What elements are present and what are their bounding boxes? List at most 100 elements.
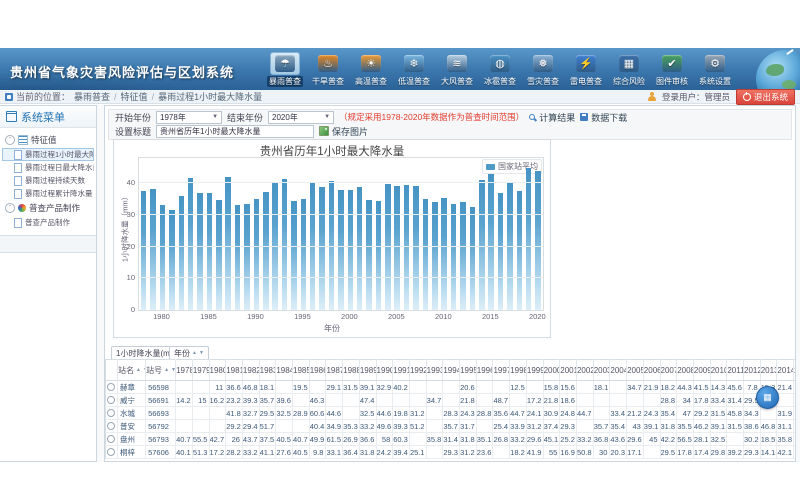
year-header-1982[interactable]: 1982 [242,360,259,381]
year-header-1993[interactable]: 1993 [426,360,443,381]
year-header-1995[interactable]: 1995 [460,360,477,381]
row-radio-button[interactable] [107,422,115,430]
table-row-56793[interactable]: 盘州5679340.755.542.72643.737.540.540.749.… [106,433,796,446]
nav-label: 图件审核 [656,76,688,87]
tree-toggle-icon[interactable]: - [5,135,15,145]
year-header-1985[interactable]: 1985 [293,360,310,381]
year-header-1980[interactable]: 1980 [209,360,226,381]
table-row-57606[interactable]: 桐梓5760640.151.317.228.233.241.127.640.59… [106,446,796,459]
breadcrumb-item[interactable]: 暴雨普查 [74,90,110,103]
nav-item-comprehensive-risk[interactable]: ▦综合风险 [610,52,648,87]
sidebar-item[interactable]: 普查产品制作 [2,216,94,229]
calculate-button[interactable]: 计算结果 [529,111,575,124]
float-chart-toggle-button[interactable]: ▦ [756,386,779,409]
year-header-1981[interactable]: 1981 [226,360,243,381]
start-year-select[interactable]: 1978年 ▼ [156,111,222,124]
sidebar-item[interactable]: 暴雨过程1小时最大降水量 [2,148,94,161]
year-header-2006[interactable]: 2006 [643,360,660,381]
value-1979: 51.3 [192,446,209,459]
value-2005: 17.1 [627,446,644,459]
end-year-select[interactable]: 2020年 ▼ [268,111,334,124]
year-header-2011[interactable]: 2011 [727,360,744,381]
year-header-2000[interactable]: 2000 [543,360,560,381]
year-header-2010[interactable]: 2010 [710,360,727,381]
year-header-2005[interactable]: 2005 [627,360,644,381]
sidebar-group-特征值[interactable]: -特征值 [2,132,94,148]
sort-desc-icon[interactable]: ▼ [171,368,176,373]
breadcrumb-item[interactable]: 特征值 [121,90,148,103]
year-header-1978[interactable]: 1978 [176,360,193,381]
download-button[interactable]: 数据下载 [580,111,627,124]
high-temp-survey-glyph: ☀ [361,55,381,72]
value-2005: 21.2 [627,407,644,420]
year-header-2014[interactable]: 2014 [777,360,794,381]
year-header-2013[interactable]: 2013 [760,360,777,381]
year-header-1994[interactable]: 1994 [443,360,460,381]
nav-item-hail-survey[interactable]: ◍冰雹普查 [481,52,519,87]
row-radio-button[interactable] [107,448,115,456]
year-header-2015[interactable]: 2015 [794,360,795,381]
table-row-56693[interactable]: 水城5669341.832.729.532.528.960.644.632.54… [106,407,796,420]
year-header-2012[interactable]: 2012 [744,360,761,381]
table-row-56691[interactable]: 威宁5669114.21516.223.239.335.739.646.347.… [106,394,796,407]
year-header-1998[interactable]: 1998 [510,360,527,381]
nav-item-drought-survey[interactable]: ♨干旱普查 [309,52,347,87]
sidebar-item[interactable]: 暴雨过程累计降水量 [2,187,94,200]
sidebar-item[interactable]: 暴雨过程日最大降水量 [2,161,94,174]
year-header-2007[interactable]: 2007 [660,360,677,381]
table-row-56598[interactable]: 赫章565981136.646.818.119.529.131.539.132.… [106,381,796,394]
year-header-2003[interactable]: 2003 [593,360,610,381]
year-header-1996[interactable]: 1996 [476,360,493,381]
chart-title-input[interactable] [156,125,314,138]
nav-item-high-temp-survey[interactable]: ☀高温普查 [352,52,390,87]
row-radio-button[interactable] [107,396,115,404]
year-header-2004[interactable]: 2004 [610,360,627,381]
station-name-header[interactable]: 站名▲▼ [118,360,146,381]
sort-asc-icon[interactable]: ▲ [136,368,141,373]
year-header-1991[interactable]: 1991 [393,360,410,381]
value-1979 [192,420,209,433]
year-header-1997[interactable]: 1997 [493,360,510,381]
station-id-header[interactable]: 站号▲▼ [146,360,176,381]
nav-item-map-review[interactable]: ✔图件审核 [653,52,691,87]
sort-asc-icon[interactable]: ▲ [192,351,197,356]
sort-desc-icon[interactable]: ▼ [199,351,204,356]
year-header-1992[interactable]: 1992 [409,360,426,381]
year-header-1990[interactable]: 1990 [376,360,393,381]
year-header-2002[interactable]: 2002 [576,360,593,381]
row-radio-button[interactable] [107,435,115,443]
nav-item-rainstorm-survey[interactable]: ☂暴雨普查 [266,52,304,87]
nav-item-low-temp-survey[interactable]: ❄低温普查 [395,52,433,87]
sidebar-item[interactable]: 暴雨过程持续天数 [2,174,94,187]
tree-toggle-icon[interactable]: - [5,203,15,213]
year-header-2009[interactable]: 2009 [693,360,710,381]
bar-1981 [169,210,175,310]
row-radio-button[interactable] [107,409,115,417]
year-chip-label: 年份 [174,348,190,359]
year-header-1999[interactable]: 1999 [526,360,543,381]
year-header-2001[interactable]: 2001 [560,360,577,381]
nav-item-system-settings[interactable]: ⚙系统设置 [696,52,734,87]
save-image-button[interactable]: 保存图片 [319,125,368,138]
table-row-56792[interactable]: 普安5679229.229.451.740.434.935.333.249.63… [106,420,796,433]
year-header-2008[interactable]: 2008 [677,360,694,381]
logout-button[interactable]: 退出系统 [736,89,795,105]
nav-item-wind-survey[interactable]: ≋大风普查 [438,52,476,87]
breadcrumb-item[interactable]: 暴雨过程1小时最大降水量 [158,90,262,103]
nav-label: 系统设置 [699,76,731,87]
year-header-1988[interactable]: 1988 [343,360,360,381]
year-header-1987[interactable]: 1987 [326,360,343,381]
year-header-1983[interactable]: 1983 [259,360,276,381]
nav-item-lightning-survey[interactable]: ⚡雷电普查 [567,52,605,87]
nav-item-snow-survey[interactable]: ❅雪灾普查 [524,52,562,87]
year-header-1979[interactable]: 1979 [192,360,209,381]
year-header-1984[interactable]: 1984 [276,360,293,381]
row-radio-button[interactable] [107,383,115,391]
sidebar-group-普查产品制作[interactable]: -普查产品制作 [2,200,94,216]
year-header-1989[interactable]: 1989 [359,360,376,381]
value-1981: 29.2 [226,420,243,433]
sidebar-item-label: 暴雨过程累计降水量 [25,188,93,199]
sort-asc-icon[interactable]: ▲ [164,368,169,373]
main-panel: 开始年份 1978年 ▼ 结束年份 2020年 ▼ （规定采用1978-2020… [104,105,796,462]
year-header-1986[interactable]: 1986 [309,360,326,381]
